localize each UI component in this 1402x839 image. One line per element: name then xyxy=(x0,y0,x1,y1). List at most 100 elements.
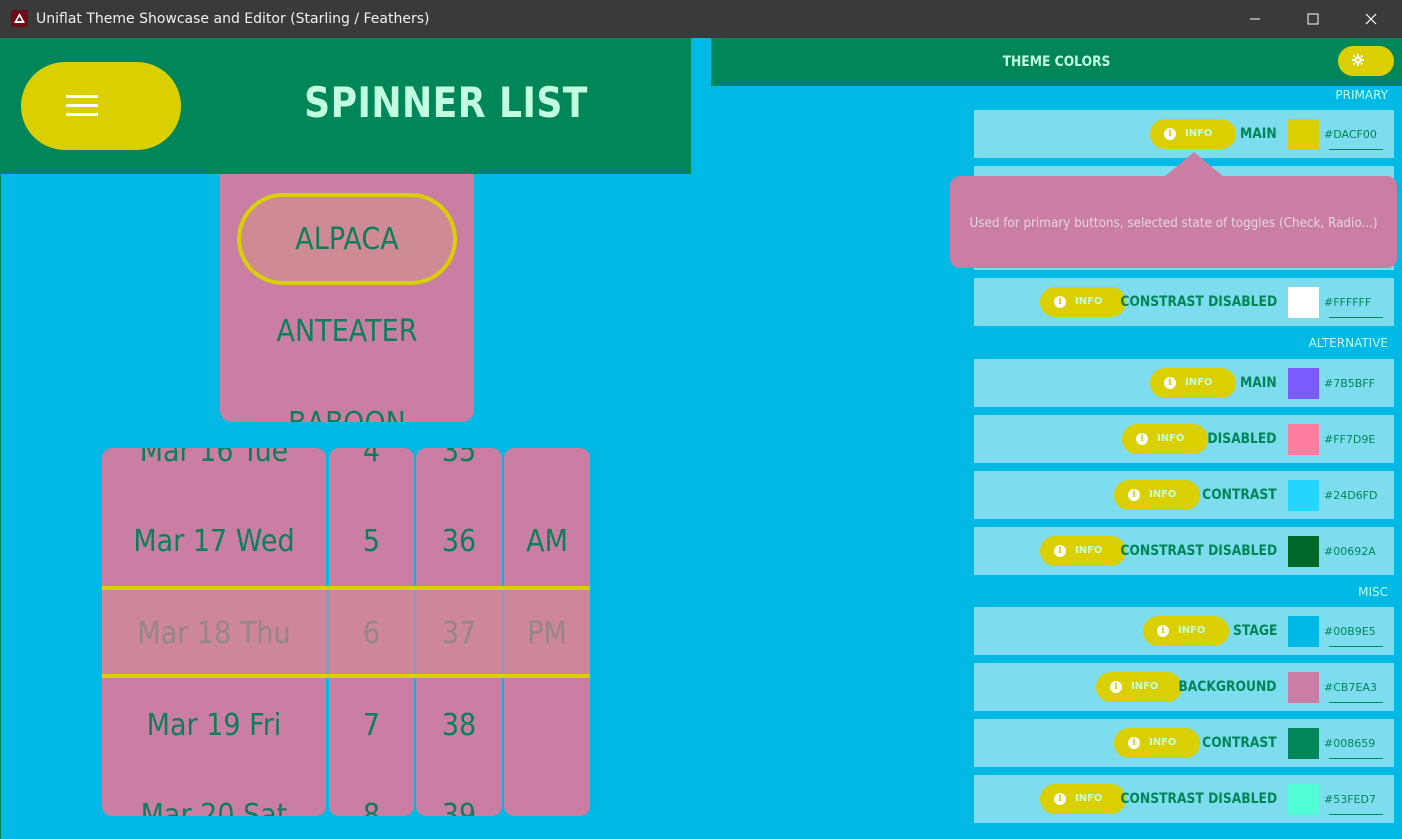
color-swatch[interactable] xyxy=(1288,536,1319,567)
info-button[interactable]: i INFO xyxy=(1096,672,1182,702)
color-row-primary-main: i INFO MAIN #DACF00 xyxy=(974,110,1394,158)
tooltip-arrow xyxy=(1164,152,1224,177)
list-item[interactable]: ALPACA xyxy=(233,222,462,257)
color-row-alt-contrast: i INFO CONTRAST #24D6FD xyxy=(974,471,1394,519)
color-label: CONTRAST xyxy=(1202,735,1277,751)
color-row-misc-background: i INFO BACKGROUND #CB7EA3 xyxy=(974,663,1394,711)
hour-item[interactable]: 7 xyxy=(333,708,410,743)
color-row-alt-contrast-disabled: i INFO CONSTRAST DISABLED #00692A xyxy=(974,527,1394,575)
color-row-alt-main: i INFO MAIN #7B5BFF xyxy=(974,359,1394,407)
animal-spinner-list[interactable]: ALPACA ANTEATER BABOON xyxy=(220,174,474,422)
minimize-icon xyxy=(1250,18,1260,20)
close-button[interactable] xyxy=(1342,0,1400,38)
hex-input[interactable]: #CB7EA3 xyxy=(1324,681,1377,694)
info-button[interactable]: i INFO xyxy=(1150,119,1236,149)
info-button[interactable]: i INFO xyxy=(1122,424,1208,454)
color-swatch[interactable] xyxy=(1288,119,1319,150)
hex-input-underline xyxy=(1329,758,1383,759)
maximize-button[interactable] xyxy=(1284,0,1342,38)
date-item[interactable]: Mar 16 Tue xyxy=(113,448,315,469)
hex-input[interactable]: #00B9E5 xyxy=(1324,625,1376,638)
color-swatch[interactable] xyxy=(1288,287,1319,318)
theme-colors-header: THEME COLORS xyxy=(711,38,1402,86)
info-icon: i xyxy=(1054,545,1066,557)
hour-item[interactable]: 5 xyxy=(333,524,410,559)
window-title: Uniflat Theme Showcase and Editor (Starl… xyxy=(36,11,430,27)
minute-item[interactable]: 35 xyxy=(420,448,497,469)
hour-spinner-column[interactable]: 4 5 6 7 8 xyxy=(329,448,414,816)
color-swatch[interactable] xyxy=(1288,368,1319,399)
section-label-misc: MISC xyxy=(1358,585,1388,599)
info-icon: i xyxy=(1157,625,1169,637)
color-row-misc-contrast: i INFO CONTRAST #008659 xyxy=(974,719,1394,767)
color-row-primary-contrast-disabled: i INFO CONSTRAST DISABLED #FFFFFF xyxy=(974,278,1394,326)
date-item[interactable]: Mar 18 Thu xyxy=(113,616,315,651)
color-label: MAIN xyxy=(1240,126,1277,142)
color-swatch[interactable] xyxy=(1288,672,1319,703)
hex-input-underline xyxy=(1329,814,1383,815)
hour-item[interactable]: 8 xyxy=(333,798,410,816)
hex-input[interactable]: #008659 xyxy=(1324,737,1375,750)
minute-item[interactable]: 39 xyxy=(420,798,497,816)
hex-input[interactable]: #7B5BFF xyxy=(1324,377,1375,390)
minute-spinner-column[interactable]: 35 36 37 38 39 xyxy=(416,448,502,816)
color-label: CONTRAST xyxy=(1202,487,1277,503)
hex-input[interactable]: #24D6FD xyxy=(1324,489,1377,502)
info-icon: i xyxy=(1164,128,1176,140)
info-button[interactable]: i INFO xyxy=(1040,287,1126,317)
minute-item[interactable]: 36 xyxy=(420,524,497,559)
color-swatch[interactable] xyxy=(1288,784,1319,815)
hex-input-underline xyxy=(1329,702,1383,703)
settings-button[interactable] xyxy=(1338,46,1394,76)
list-item[interactable]: ANTEATER xyxy=(233,314,462,349)
info-tooltip: Used for primary buttons, selected state… xyxy=(950,176,1397,268)
color-swatch[interactable] xyxy=(1288,480,1319,511)
info-button[interactable]: i INFO xyxy=(1143,616,1229,646)
date-item[interactable]: Mar 19 Fri xyxy=(113,708,315,743)
color-label: MAIN xyxy=(1240,375,1277,391)
minute-item[interactable]: 37 xyxy=(420,616,497,651)
info-icon: i xyxy=(1128,737,1140,749)
left-header: SPINNER LIST xyxy=(1,38,691,174)
color-swatch[interactable] xyxy=(1288,616,1319,647)
hex-input[interactable]: #FF7D9E xyxy=(1324,433,1375,446)
color-swatch[interactable] xyxy=(1288,728,1319,759)
list-item[interactable]: BABOON xyxy=(233,406,462,422)
hex-input[interactable]: #53FED7 xyxy=(1324,793,1376,806)
color-label: BACKGROUND xyxy=(1178,679,1277,695)
close-icon xyxy=(1365,13,1377,25)
color-row-alt-disabled: i INFO DISABLED #FF7D9E xyxy=(974,415,1394,463)
hour-item[interactable]: 6 xyxy=(333,616,410,651)
minimize-button[interactable] xyxy=(1226,0,1284,38)
date-item[interactable]: Mar 17 Wed xyxy=(113,524,315,559)
hex-input[interactable]: #FFFFFF xyxy=(1324,296,1371,309)
info-button[interactable]: i INFO xyxy=(1114,480,1200,510)
hex-input-underline xyxy=(1329,149,1383,150)
info-button[interactable]: i INFO xyxy=(1114,728,1200,758)
color-label: CONSTRAST DISABLED xyxy=(1120,543,1277,559)
hex-input[interactable]: #DACF00 xyxy=(1324,128,1377,141)
ampm-item[interactable]: PM xyxy=(508,616,585,651)
window-title-bar: Uniflat Theme Showcase and Editor (Starl… xyxy=(0,0,1402,38)
date-spinner-column[interactable]: Mar 16 Tue Mar 17 Wed Mar 18 Thu Mar 19 … xyxy=(102,448,326,816)
info-icon: i xyxy=(1164,377,1176,389)
hex-input[interactable]: #00692A xyxy=(1324,545,1376,558)
date-item[interactable]: Mar 20 Sat xyxy=(113,798,315,816)
hamburger-menu-icon xyxy=(66,95,98,117)
ampm-spinner-column[interactable]: AM PM xyxy=(504,448,590,816)
app-logo-icon xyxy=(11,10,28,27)
minute-item[interactable]: 38 xyxy=(420,708,497,743)
color-label: CONSTRAST DISABLED xyxy=(1120,791,1277,807)
color-label: DISABLED xyxy=(1207,431,1277,447)
info-button[interactable]: i INFO xyxy=(1040,536,1126,566)
info-icon: i xyxy=(1136,433,1148,445)
menu-button[interactable] xyxy=(21,62,181,150)
gear-icon xyxy=(1352,54,1364,66)
color-swatch[interactable] xyxy=(1288,424,1319,455)
info-button[interactable]: i INFO xyxy=(1150,368,1236,398)
hex-input-underline xyxy=(1329,317,1383,318)
info-button[interactable]: i INFO xyxy=(1040,784,1126,814)
hour-item[interactable]: 4 xyxy=(333,448,410,469)
ampm-item[interactable]: AM xyxy=(508,524,585,559)
info-icon: i xyxy=(1110,681,1122,693)
